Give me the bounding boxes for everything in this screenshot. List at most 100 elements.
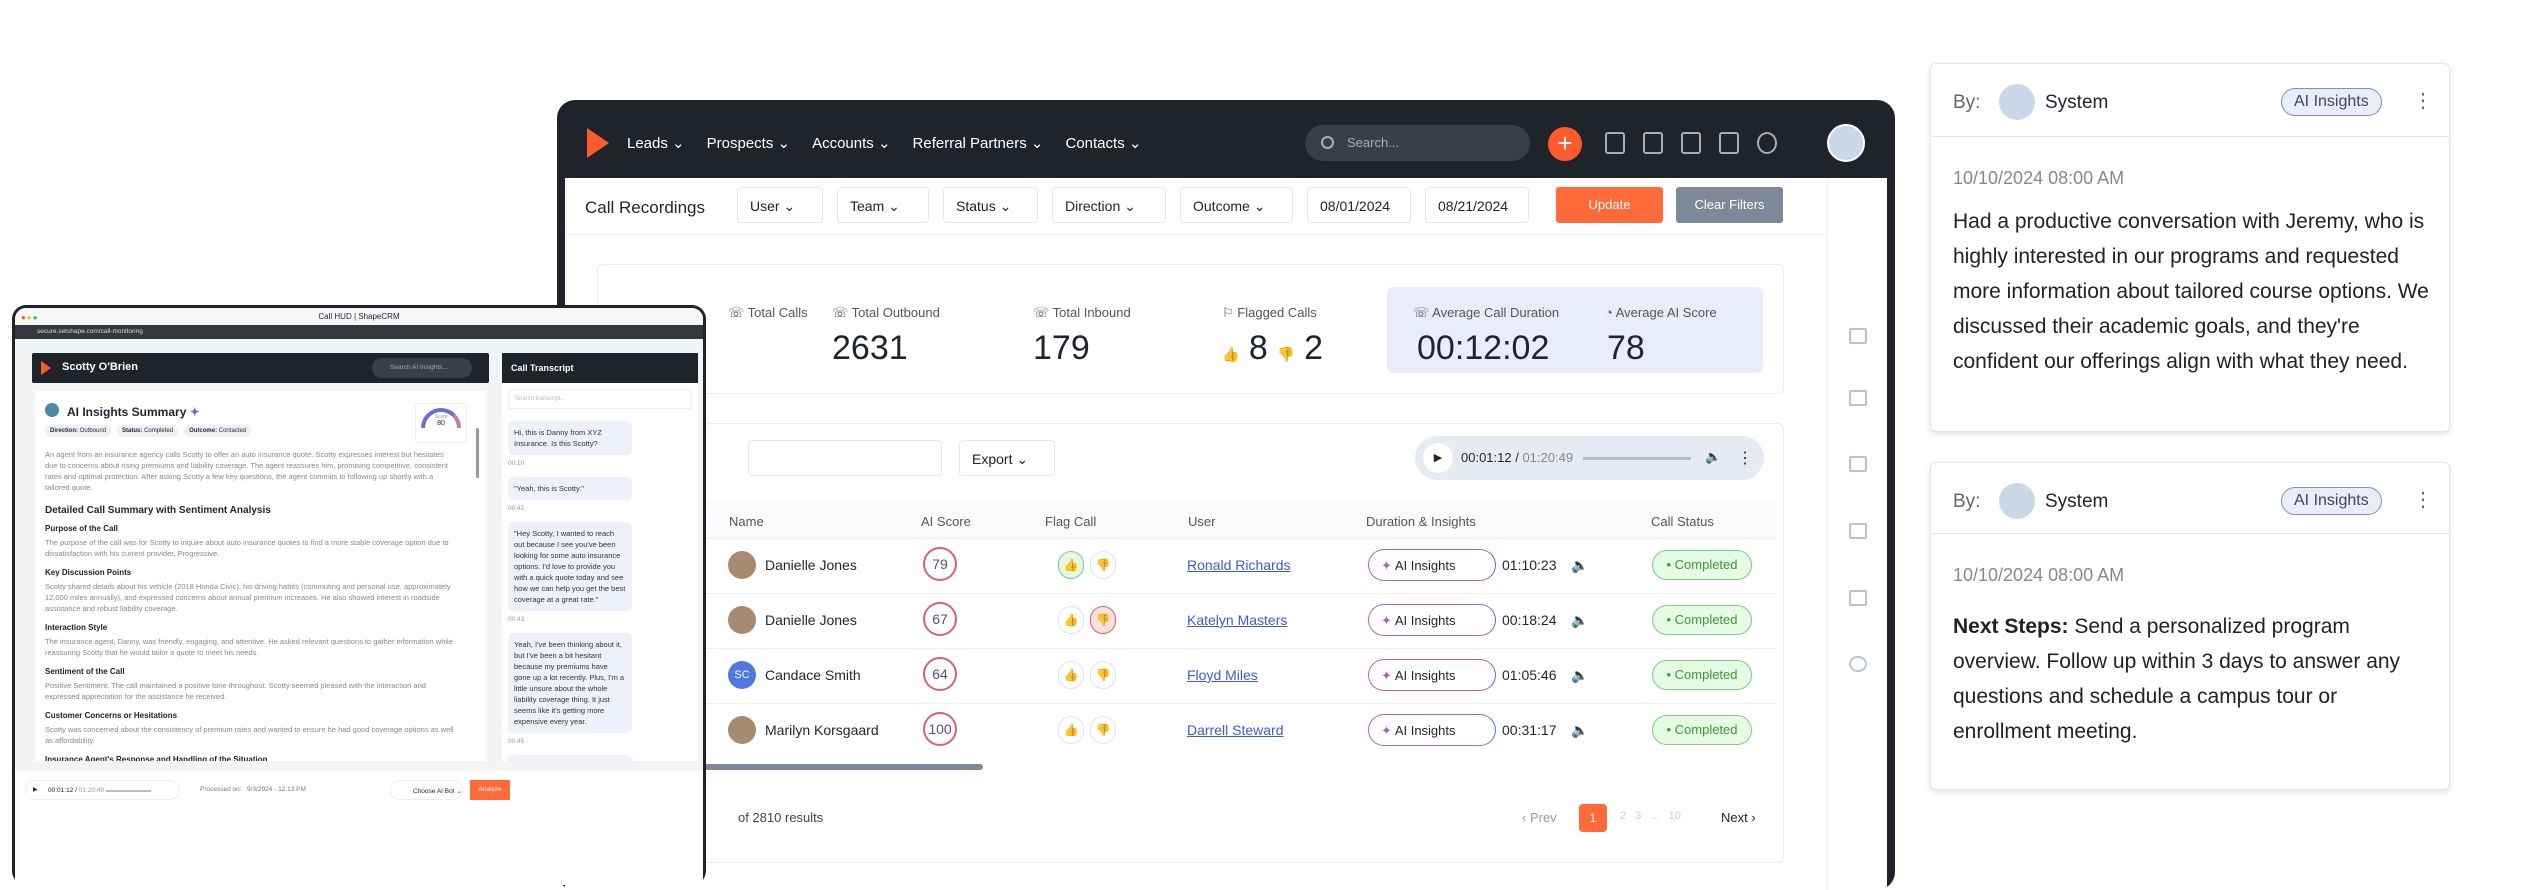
url-bar[interactable]: secure.setshape.com/call-monitoring — [15, 325, 703, 339]
user-link[interactable]: Katelyn Masters — [1187, 612, 1287, 628]
more-options-icon[interactable]: ⋮ — [2413, 88, 2433, 113]
chat-icon[interactable] — [1849, 590, 1867, 606]
avatar — [728, 606, 756, 634]
ai-bot-icon — [45, 403, 59, 417]
nav-contacts[interactable]: Contacts ⌄ — [1066, 134, 1142, 152]
nav-accounts[interactable]: Accounts ⌄ — [812, 134, 890, 152]
add-button[interactable]: + — [1548, 127, 1582, 161]
insights-scrollbar[interactable] — [476, 428, 479, 478]
megaphone-icon[interactable] — [1643, 132, 1663, 154]
date-from[interactable]: 08/01/2024 — [1307, 187, 1411, 223]
next-button[interactable]: Next › — [1721, 810, 1756, 825]
thumbs-down-button[interactable]: 👎 — [1090, 606, 1116, 634]
table-search-input[interactable] — [748, 440, 942, 476]
table-row[interactable]: SC Candace Smith 64 👍 👎 Floyd Miles ✦ AI … — [598, 648, 1776, 703]
page-1[interactable]: 1 — [1579, 804, 1607, 832]
col-call-status[interactable]: Call Status — [1651, 514, 1714, 529]
phone-icon[interactable] — [1849, 656, 1867, 672]
thumbs-up-button[interactable]: 👍 — [1058, 661, 1084, 689]
filter-team[interactable]: Team ⌄ — [837, 187, 929, 223]
chart-icon[interactable] — [1849, 328, 1867, 344]
presentation-icon[interactable] — [1719, 132, 1739, 154]
mail-icon[interactable] — [1849, 523, 1867, 539]
nav-prospects[interactable]: Prospects ⌄ — [707, 134, 790, 152]
search-input[interactable]: Search... — [1305, 125, 1530, 161]
thumbs-down-button[interactable]: 👎 — [1090, 551, 1116, 579]
date-to[interactable]: 08/21/2024 — [1425, 187, 1529, 223]
user-link[interactable]: Ronald Richards — [1187, 557, 1291, 573]
col-user[interactable]: User — [1188, 514, 1215, 529]
averages-panel: ☏ Average Call Duration 00:12:02 ◔ Avera… — [1387, 287, 1763, 373]
report-icon[interactable] — [1605, 132, 1625, 154]
audio-player[interactable]: ▶ 00:01:12 / 01:20:49 🔈 ⋮ — [1415, 436, 1764, 480]
filter-user[interactable]: User ⌄ — [737, 187, 823, 223]
contact-name[interactable]: Danielle Jones — [765, 557, 857, 573]
table-row[interactable]: Marilyn Korsgaard 100 👍 👎 Darrell Stewar… — [598, 703, 1776, 758]
choose-ai-bot-select[interactable]: Choose AI Bot ⌄ — [390, 780, 463, 800]
ai-insights-button[interactable]: ✦ AI Insights — [1368, 714, 1496, 746]
thumbs-up-button[interactable]: 👍 — [1058, 606, 1084, 634]
table-row[interactable]: Danielle Jones 79 👍 👎 Ronald Richards ✦ … — [598, 538, 1776, 593]
more-options-icon[interactable]: ⋮ — [1737, 448, 1753, 468]
nav-referral-partners[interactable]: Referral Partners ⌄ — [913, 134, 1044, 152]
logo-icon — [587, 128, 609, 158]
play-icon[interactable]: ▶ — [1423, 443, 1453, 473]
avatar[interactable] — [1827, 124, 1865, 162]
more-options-icon[interactable]: ⋮ — [2413, 487, 2433, 512]
col-duration[interactable]: Duration & Insights — [1366, 514, 1476, 529]
sparkle-icon: ✦ — [1381, 668, 1392, 683]
filter-status[interactable]: Status ⌄ — [943, 187, 1038, 223]
calendar-icon[interactable] — [1849, 456, 1867, 472]
contact-name[interactable]: Candace Smith — [765, 667, 861, 683]
table-row[interactable]: Danielle Jones 67 👍 👎 Katelyn Masters ✦ … — [598, 593, 1776, 648]
hud-audio-player[interactable]: ▶ 00:01:12 / 01:20:49 — [25, 780, 180, 800]
thumbs-up-button[interactable]: 👍 — [1058, 551, 1084, 579]
nav-leads[interactable]: Leads ⌄ — [627, 134, 685, 152]
filter-outcome[interactable]: Outcome ⌄ — [1180, 187, 1293, 223]
tag-outcome: Outcome: Contacted — [184, 425, 252, 437]
contact-name[interactable]: Danielle Jones — [765, 612, 857, 628]
tasks-icon[interactable] — [1849, 390, 1867, 406]
ai-note-card: By: System AI Insights ⋮ 10/10/2024 08:0… — [1930, 462, 2450, 790]
speaker-icon[interactable]: 🔈 — [1571, 557, 1588, 574]
checklist-icon[interactable] — [1681, 132, 1701, 154]
ai-insights-button[interactable]: ✦ AI Insights — [1368, 549, 1496, 581]
status-badge: • Completed — [1652, 550, 1752, 580]
transcript-search-input[interactable]: Search transcript... — [508, 389, 692, 409]
ai-insights-button[interactable]: ✦ AI Insights — [1368, 604, 1496, 636]
section-text: The insurance agent, Danny, was friendly… — [45, 637, 453, 657]
window-controls[interactable]: ●●● — [21, 313, 39, 322]
transcript-message: "Yeah, this is Scotty." — [508, 477, 632, 500]
section-heading: Customer Concerns or Hesitations — [45, 711, 178, 720]
speaker-icon[interactable]: 🔈 — [1571, 612, 1588, 629]
analyze-button[interactable]: Analyze — [470, 780, 510, 800]
clear-filters-button[interactable]: Clear Filters — [1676, 187, 1783, 223]
page-list[interactable]: 2 3 ... 10 — [1620, 810, 1681, 822]
progress-bar[interactable] — [1583, 457, 1691, 460]
thumbs-down-button[interactable]: 👎 — [1090, 716, 1116, 744]
score-gauge: Score 80 — [415, 403, 467, 443]
update-button[interactable]: Update — [1556, 187, 1663, 223]
page-title: Call Recordings — [585, 198, 705, 217]
thumbs-up-button[interactable]: 👍 — [1058, 716, 1084, 744]
user-link[interactable]: Darrell Steward — [1187, 722, 1283, 738]
ai-score-badge: 79 — [923, 547, 957, 581]
volume-icon[interactable]: 🔈 — [1705, 449, 1721, 465]
gear-icon[interactable] — [1757, 132, 1777, 154]
table-header: Name AI Score Flag Call User Duration & … — [598, 502, 1776, 538]
detail-title: Detailed Call Summary with Sentiment Ana… — [45, 505, 271, 516]
insights-search-input[interactable]: Search AI Insights... — [372, 358, 472, 378]
ai-insights-button[interactable]: ✦ AI Insights — [1368, 659, 1496, 691]
filter-direction[interactable]: Direction ⌄ — [1052, 187, 1166, 223]
thumbs-down-button[interactable]: 👎 — [1090, 661, 1116, 689]
user-link[interactable]: Floyd Miles — [1187, 667, 1258, 683]
speaker-icon[interactable]: 🔈 — [1571, 722, 1588, 739]
prev-button[interactable]: ‹ Prev — [1522, 810, 1557, 825]
export-button[interactable]: Export ⌄ — [959, 440, 1055, 476]
col-ai-score[interactable]: AI Score — [921, 514, 971, 529]
speaker-icon[interactable]: 🔈 — [1571, 667, 1588, 684]
col-flag-call[interactable]: Flag Call — [1045, 514, 1096, 529]
contact-name[interactable]: Marilyn Korsgaard — [765, 722, 879, 738]
col-name[interactable]: Name — [729, 514, 764, 529]
transcript-header: Call Transcript — [502, 353, 698, 383]
